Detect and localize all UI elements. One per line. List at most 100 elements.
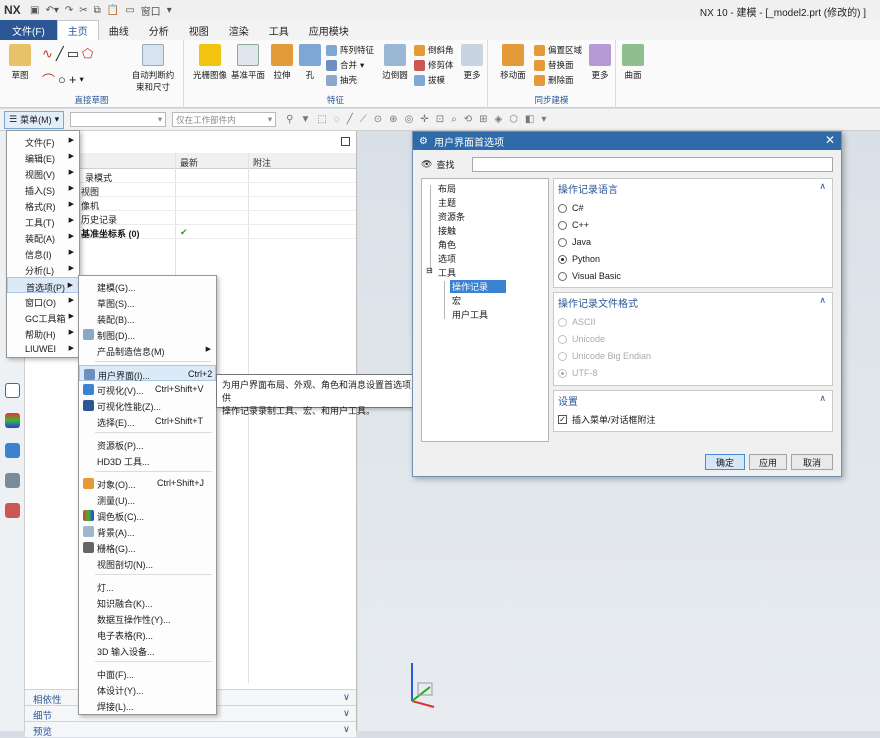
close-icon[interactable]: ✕ xyxy=(825,133,835,147)
menu-item-visualization[interactable]: 可视化(V)... Ctrl+Shift+V xyxy=(79,381,216,397)
tree-item-options[interactable]: 选项 xyxy=(438,252,456,265)
menu-item-hd3d-tools[interactable]: HD3D 工具... xyxy=(79,452,216,468)
cancel-button[interactable]: 取消 xyxy=(791,454,833,470)
tree-item-resource-bar[interactable]: 资源条 xyxy=(438,210,465,223)
menu-item-user-interface[interactable]: 用户界面(I)... Ctrl+2 xyxy=(79,365,216,381)
tab-render[interactable]: 渲染 xyxy=(219,20,259,40)
more-options-icon[interactable]: ▾ xyxy=(541,114,546,125)
trim-body-button[interactable]: 修剪体 xyxy=(414,59,454,71)
sketch-button[interactable]: 草图 xyxy=(6,44,34,81)
radio-csharp[interactable]: C# xyxy=(558,203,584,213)
render-style-icon[interactable]: ◈ xyxy=(494,114,502,125)
orient-icon[interactable]: ⊞ xyxy=(479,114,487,125)
menu-item-mid-surface[interactable]: 中面(F)... xyxy=(79,665,216,681)
menu-item-resource-bar[interactable]: 资源板(P)... xyxy=(79,436,216,452)
col-latest[interactable]: 最新 xyxy=(180,156,198,169)
quadrant-icon[interactable]: ◎ xyxy=(405,114,414,125)
snap-icon[interactable]: ⚲ xyxy=(286,114,293,125)
datum-plane-button[interactable]: 基准平面 xyxy=(230,44,266,81)
tab-application[interactable]: 应用模块 xyxy=(299,20,359,40)
tree-item-journal[interactable]: 操作记录 xyxy=(450,280,507,293)
menu-item-spreadsheet[interactable]: 电子表格(R)... xyxy=(79,626,216,642)
menu-item-analysis[interactable]: 分析(L) ▶ xyxy=(7,261,79,277)
paste-icon[interactable]: 📋 xyxy=(107,5,119,16)
selection-scope-combo[interactable]: 仅在工作部件内 ▾ xyxy=(172,112,277,127)
palette-icon[interactable] xyxy=(5,413,20,428)
radio-cpp[interactable]: C++ xyxy=(558,220,589,230)
customize-icon[interactable]: ▾ xyxy=(167,5,172,16)
rotate-icon[interactable]: ⟲ xyxy=(464,114,472,125)
more-sync-button[interactable]: 更多 xyxy=(588,44,612,81)
surface-button[interactable]: 曲面 xyxy=(620,44,646,81)
tree-item-roles[interactable]: 角色 xyxy=(438,238,456,251)
roles-icon[interactable] xyxy=(5,443,20,458)
draft-button[interactable]: 拔模 xyxy=(414,74,445,86)
menu-item-assembly[interactable]: 装配(A) ▶ xyxy=(7,229,79,245)
menu-item-assembly-pref[interactable]: 装配(B)... xyxy=(79,310,216,326)
sketch-curve-tools-2[interactable]: ⌒ ○ + ▾ xyxy=(42,70,84,89)
window-menu-label[interactable]: 窗口 xyxy=(141,3,161,18)
redo-icon[interactable]: ↷ xyxy=(65,5,73,16)
menu-item-window[interactable]: 窗口(O) ▶ xyxy=(7,293,79,309)
menu-item-light[interactable]: 灯... xyxy=(79,578,216,594)
menu-item-grid[interactable]: 栅格(G)... xyxy=(79,539,216,555)
fit-icon[interactable]: ⊡ xyxy=(436,114,444,125)
chamfer-button[interactable]: 倒斜角 xyxy=(414,44,454,56)
center-icon[interactable]: ⊙ xyxy=(374,114,382,125)
menu-item-drafting[interactable]: 制图(D)... xyxy=(79,326,216,342)
midpoint-icon[interactable]: ⟋ xyxy=(360,114,367,125)
delete-face-button[interactable]: 删除面 xyxy=(534,74,574,86)
menu-item-edit[interactable]: 编辑(E) ▶ xyxy=(7,149,79,165)
menu-item-view[interactable]: 视图(V) ▶ xyxy=(7,165,79,181)
hole-button[interactable]: 孔 xyxy=(298,44,322,81)
menu-item-sketch[interactable]: 草图(S)... xyxy=(79,294,216,310)
raster-image-button[interactable]: 光栅图像 xyxy=(190,44,230,81)
menu-item-selection[interactable]: 选择(E)... Ctrl+Shift+T xyxy=(79,413,216,429)
cut-icon[interactable]: ✂ xyxy=(79,5,87,16)
col-note[interactable]: 附注 xyxy=(253,156,271,169)
tab-tools[interactable]: 工具 xyxy=(259,20,299,40)
menu-item-preferences[interactable]: 首选项(P) ▶ xyxy=(7,277,79,293)
edge-blend-button[interactable]: 边倒圆 xyxy=(380,44,410,81)
menu-item-insert[interactable]: 插入(S) ▶ xyxy=(7,181,79,197)
radio-java[interactable]: Java xyxy=(558,237,591,247)
system-materials-icon[interactable] xyxy=(5,473,20,488)
save-icon[interactable]: ▣ xyxy=(30,5,39,16)
existing-point-icon[interactable]: ✛ xyxy=(420,114,428,125)
menu-item-format[interactable]: 格式(R) ▶ xyxy=(7,197,79,213)
radio-visual-basic[interactable]: Visual Basic xyxy=(558,271,621,281)
journal-format-header[interactable]: 操作记录文件格式 ∧ xyxy=(554,293,832,310)
more-features-button[interactable]: 更多 xyxy=(460,44,484,81)
ok-button[interactable]: 确定 xyxy=(705,454,745,470)
menu-item-palette[interactable]: 调色板(C)... xyxy=(79,507,216,523)
menu-item-file[interactable]: 文件(F) ▶ xyxy=(7,133,79,149)
menu-item-view-section[interactable]: 视图剖切(N)... xyxy=(79,555,216,571)
menu-item-knowledge-fusion[interactable]: 知识融合(K)... xyxy=(79,594,216,610)
menu-button[interactable]: ☰ 菜单(M) ▾ xyxy=(4,110,65,129)
menu-item-3d-input[interactable]: 3D 输入设备... xyxy=(79,642,216,658)
menu-item-pmi[interactable]: 产品制造信息(M) ▶ xyxy=(79,342,216,358)
apply-button[interactable]: 应用 xyxy=(749,454,787,470)
filter-icon[interactable]: ▼ xyxy=(300,114,310,125)
sketch-curve-tools[interactable]: ∿ ╱ ▭ ⬠ xyxy=(42,46,93,62)
tab-file[interactable]: 文件(F) xyxy=(0,20,57,40)
tab-home[interactable]: 主页 xyxy=(56,20,99,40)
edit-section-icon[interactable]: ◧ xyxy=(525,114,534,125)
menu-item-help[interactable]: 帮助(H) ▶ xyxy=(7,325,79,341)
menu-item-tools[interactable]: 工具(T) ▶ xyxy=(7,213,79,229)
tab-view[interactable]: 视图 xyxy=(179,20,219,40)
history-icon[interactable] xyxy=(5,383,20,398)
shell-button[interactable]: 抽壳 xyxy=(326,74,357,86)
menu-item-info[interactable]: 信息(I) ▶ xyxy=(7,245,79,261)
menu-item-weld[interactable]: 焊接(L)... xyxy=(79,697,216,713)
settings-header[interactable]: 设置 ∧ xyxy=(554,391,832,408)
tab-analysis[interactable]: 分析 xyxy=(139,20,179,40)
intersection-icon[interactable]: ⊕ xyxy=(389,114,397,125)
window-icon[interactable]: ▭ xyxy=(125,5,134,16)
dialog-title-bar[interactable]: ⚙ 用户界面首选项 ✕ xyxy=(413,132,841,150)
tree-item-theme[interactable]: 主题 xyxy=(438,196,456,209)
lasso-icon[interactable]: ◌ xyxy=(334,114,340,125)
tree-item-user-tools[interactable]: 用户工具 xyxy=(452,308,488,321)
menu-item-body-design[interactable]: 体设计(Y)... xyxy=(79,681,216,697)
tree-item-layout[interactable]: 布局 xyxy=(438,182,456,195)
